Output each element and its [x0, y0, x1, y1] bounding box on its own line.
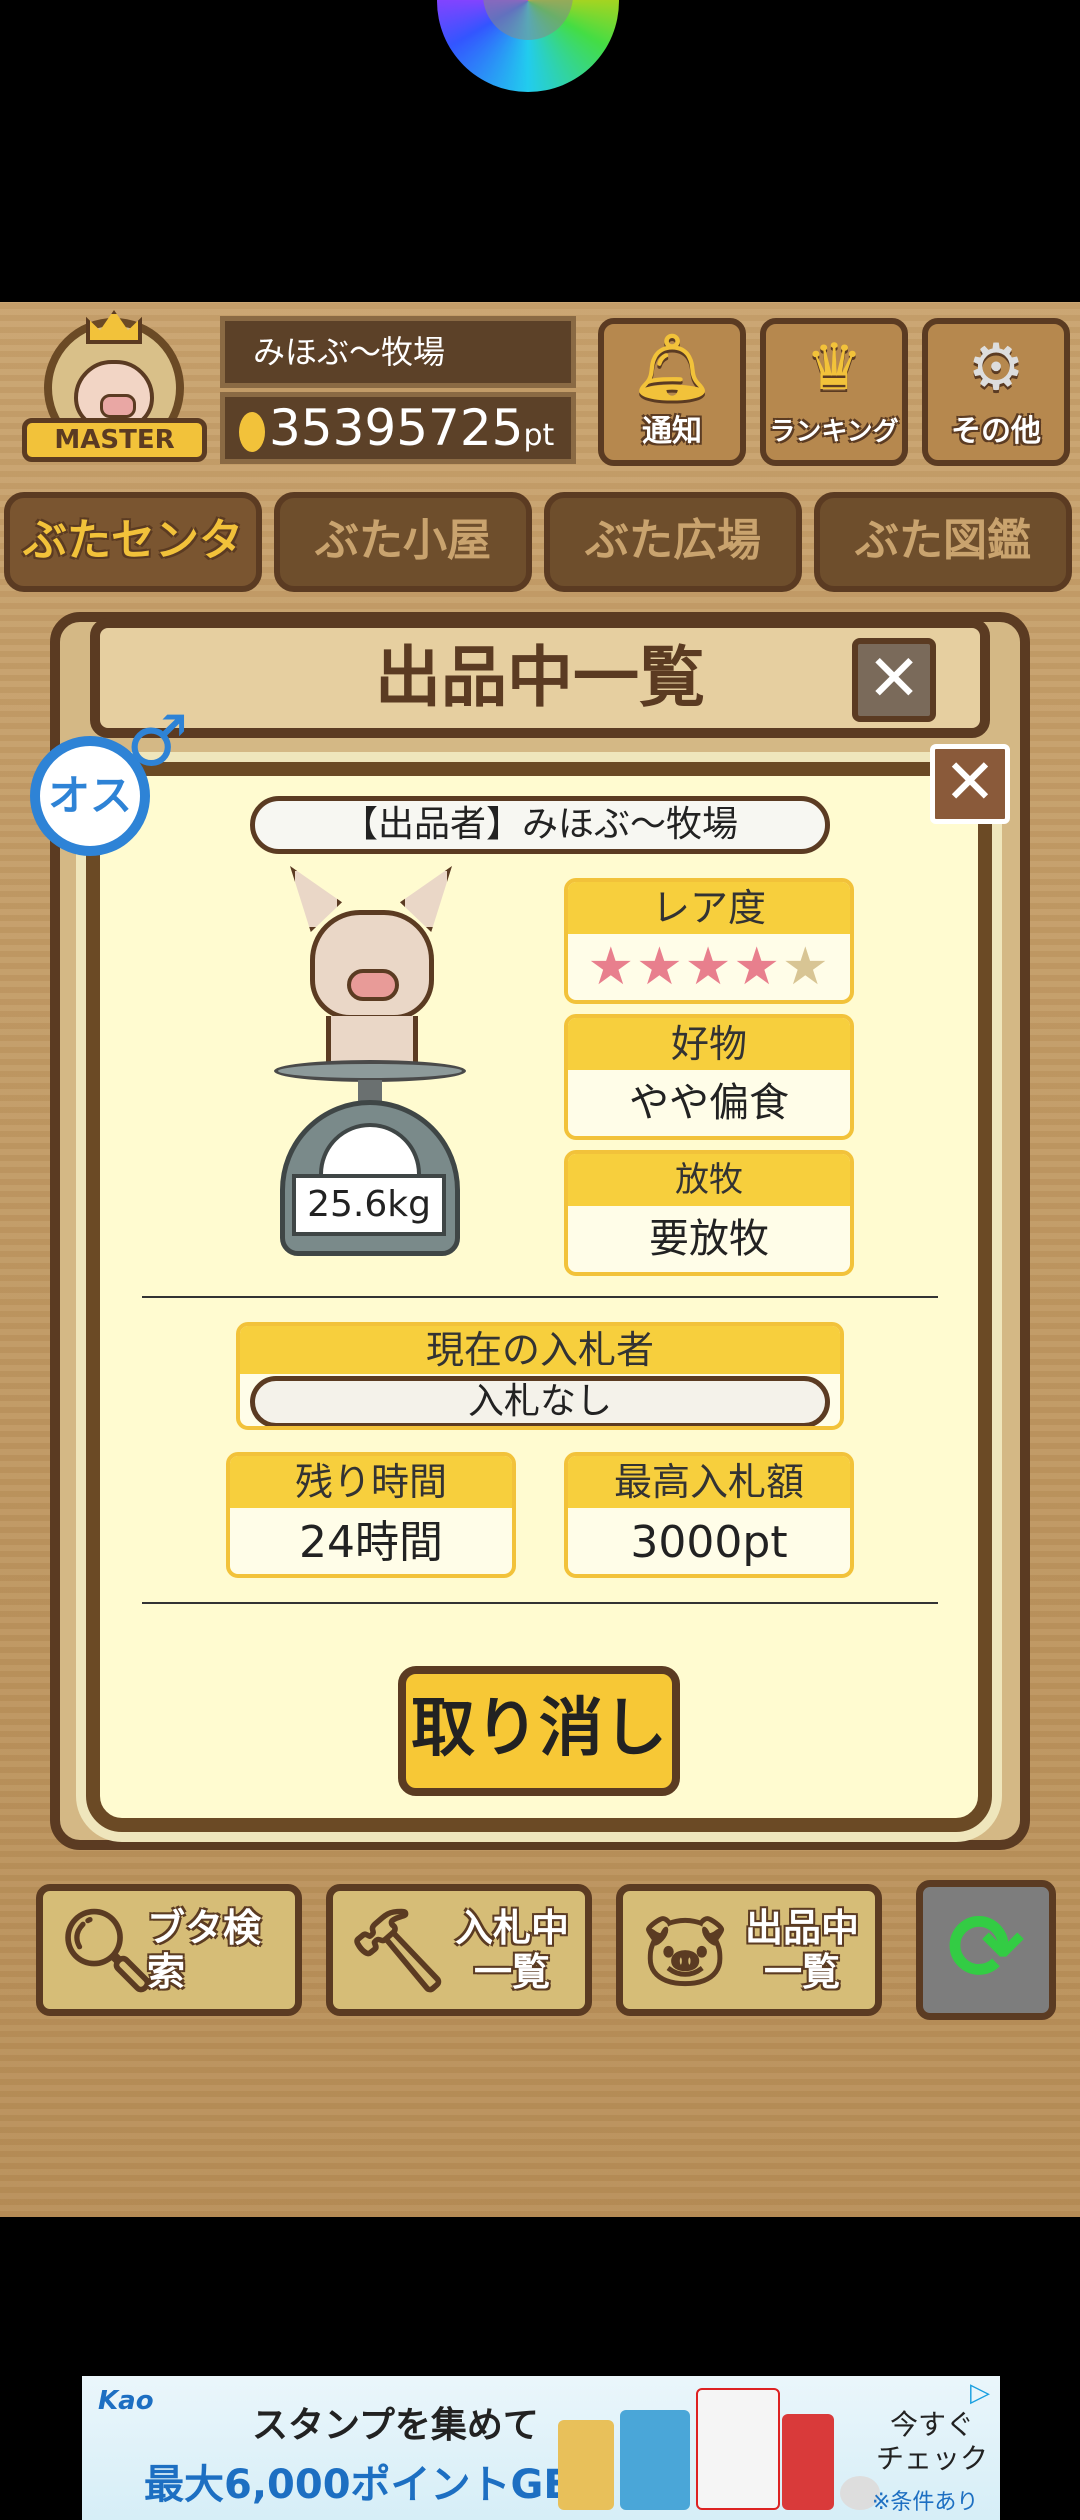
points-unit: pt	[523, 418, 555, 453]
rarity-label: レア度	[568, 882, 850, 934]
favorite-food-card: 好物 やや偏食	[564, 1014, 854, 1140]
current-bidder-label: 現在の入札者	[240, 1326, 840, 1374]
points-display: 35395725pt	[220, 392, 576, 464]
crown-icon	[86, 310, 142, 344]
ad-subheadline: 最大6,000ポイントGET	[144, 2462, 598, 2508]
grazing-label: 放牧	[568, 1154, 850, 1206]
star-filled-icon: ★	[587, 937, 637, 997]
cancel-listing-button[interactable]: 取り消し	[398, 1666, 680, 1796]
ad-cta[interactable]: 今すぐ チェック	[872, 2408, 992, 2476]
time-remaining-label: 残り時間	[230, 1456, 512, 1508]
magnifier-icon: 🔍︎	[57, 1904, 159, 1997]
coin-icon	[239, 411, 265, 452]
max-bid-card: 最高入札額 3000pt	[564, 1452, 854, 1578]
listing-close-button[interactable]: ✕	[852, 638, 936, 722]
grazing-value: 要放牧	[649, 1216, 769, 1262]
pig-search-label: ブタ検索	[147, 1906, 262, 1994]
rarity-stars: ★★★★★	[568, 934, 850, 1000]
refresh-icon: ⟳	[947, 1894, 1025, 2001]
divider	[142, 1602, 938, 1604]
max-bid-value: 3000pt	[630, 1517, 788, 1568]
farm-name: みほぶ〜牧場	[220, 316, 576, 388]
weight-value: 25.6kg	[292, 1174, 446, 1236]
listing-list-label-1: 出品中	[744, 1906, 859, 1950]
time-remaining-value: 24時間	[299, 1517, 443, 1568]
rarity-card: レア度 ★★★★★	[564, 878, 854, 1004]
grazing-card: 放牧 要放牧	[564, 1150, 854, 1276]
master-badge[interactable]: MASTER	[22, 310, 207, 470]
ad-brand-logo: Kao	[98, 2386, 154, 2416]
male-icon: ♂	[126, 700, 189, 782]
pig-search-button[interactable]: 🔍︎ ブタ検索	[36, 1884, 302, 2016]
time-remaining-card: 残り時間 24時間	[226, 1452, 516, 1578]
crown-icon: ♛	[805, 331, 863, 405]
ad-headline: スタンプを集めて	[252, 2405, 539, 2446]
bell-icon: 🔔︎	[631, 331, 713, 405]
gear-icon: ⚙	[967, 331, 1025, 405]
star-filled-icon: ★	[733, 937, 782, 997]
tab-buta-center[interactable]: ぶたセンター	[4, 492, 262, 652]
ad-note: ※条件あり	[872, 2490, 979, 2515]
favorite-food-value: やや偏食	[629, 1080, 789, 1126]
points-value: 35395725	[269, 399, 524, 457]
bidding-list-label-1: 入札中	[454, 1906, 569, 1950]
color-wheel-icon[interactable]	[437, 0, 619, 92]
seller-label: 【出品者】みほぶ〜牧場	[250, 796, 830, 854]
star-filled-icon: ★	[636, 937, 685, 997]
ad-banner[interactable]: Kao スタンプを集めて 最大6,000ポイントGET 今すぐ チェック ※条件…	[82, 2376, 1000, 2520]
popup-close-button[interactable]: ✕	[930, 744, 1010, 824]
notification-label: 通知	[642, 414, 702, 449]
max-bid-label: 最高入札額	[568, 1456, 850, 1508]
listing-list-button[interactable]: 🐷︎ 出品中 一覧	[616, 1884, 882, 2016]
ranking-button[interactable]: ♛ ランキング	[760, 318, 908, 466]
current-bidder-card: 現在の入札者 入札なし	[236, 1322, 844, 1430]
tab-buta-shed[interactable]: ぶた小屋	[274, 492, 532, 592]
gender-badge: オス ♂	[30, 700, 189, 858]
bidding-list-label-2: 一覧	[473, 1950, 550, 1994]
tab-buta-square[interactable]: ぶた広場	[544, 492, 802, 592]
listing-list-label-2: 一覧	[763, 1950, 840, 1994]
gavel-icon: 🔨︎	[347, 1904, 449, 1997]
divider	[142, 1296, 938, 1298]
star-empty-icon: ★	[781, 937, 831, 997]
pig-face-icon: 🐷︎	[640, 1910, 730, 1992]
notification-button[interactable]: 🔔︎ 通知	[598, 318, 746, 466]
current-bidder-value: 入札なし	[250, 1376, 830, 1426]
favorite-food-label: 好物	[568, 1018, 850, 1070]
ranking-label: ランキング	[769, 417, 899, 447]
other-label: その他	[951, 414, 1041, 449]
other-button[interactable]: ⚙ その他	[922, 318, 1070, 466]
star-filled-icon: ★	[684, 937, 734, 997]
ad-choices-icon[interactable]: ▷	[970, 2380, 996, 2406]
tab-buta-encyclopedia[interactable]: ぶた図鑑	[814, 492, 1072, 592]
bidding-list-button[interactable]: 🔨︎ 入札中 一覧	[326, 1884, 592, 2016]
refresh-button[interactable]: ⟳	[916, 1880, 1056, 2020]
master-label: MASTER	[22, 418, 207, 462]
